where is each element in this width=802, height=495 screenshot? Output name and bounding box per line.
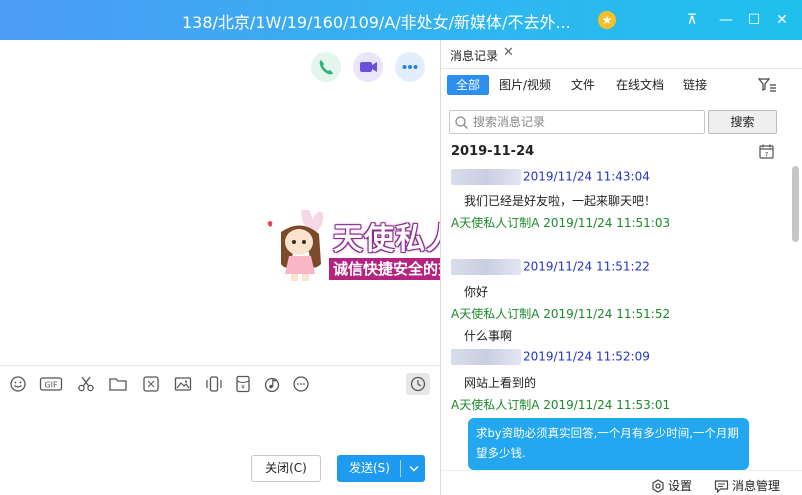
input-divider <box>0 365 440 366</box>
filter-docs[interactable]: 在线文档 <box>616 75 664 95</box>
send-button[interactable]: 发送(S) <box>337 455 425 482</box>
close-chat-button[interactable]: 关闭(C) <box>251 455 321 482</box>
more-options-button[interactable] <box>395 52 425 82</box>
svg-text:GIF: GIF <box>44 381 58 390</box>
search-button[interactable]: 搜索 <box>708 110 777 134</box>
search-icon <box>455 116 468 129</box>
message-time: 2019/11/24 11:51:03 <box>543 216 671 230</box>
chat-area: 天使私人订制 诚信快捷安全的交友平台 GIF ¥ 关闭(C) 发送(S) <box>0 40 518 495</box>
send-button-label: 发送(S) <box>349 461 390 475</box>
blurred-sender-name <box>451 169 521 185</box>
tab-message-history[interactable]: 消息记录 ✕ <box>441 40 521 68</box>
gif-icon[interactable]: GIF <box>39 374 63 394</box>
message-manage-label: 消息管理 <box>732 479 781 493</box>
close-tab-icon[interactable]: ✕ <box>503 45 514 60</box>
svg-text:¥: ¥ <box>241 384 245 391</box>
message-sender: A天使私人订制A <box>451 307 540 321</box>
filter-files[interactable]: 文件 <box>571 75 595 95</box>
message-meta: 2019/11/24 11:52:09 <box>451 349 650 365</box>
sticker-icon[interactable] <box>141 374 161 394</box>
message-bubble: 求by资助必须真实回答,一个月有多少时间,一个月期望多少钱. <box>468 418 749 470</box>
message-time: 2019/11/24 11:53:01 <box>543 398 671 412</box>
blurred-sender-name <box>451 259 521 275</box>
message-meta: A天使私人订制A 2019/11/24 11:51:52 <box>451 305 670 322</box>
cartoon-girl-icon <box>267 210 324 281</box>
send-button-divider <box>400 460 401 477</box>
video-call-button[interactable] <box>353 52 383 82</box>
music-icon[interactable] <box>262 374 282 394</box>
video-camera-icon <box>360 62 377 72</box>
title-bar: 138/北京/1W/19/160/109/A/非处女/新媒体/不去外... ★ … <box>0 0 802 40</box>
star-icon[interactable]: ★ <box>598 11 616 29</box>
settings-button[interactable]: 设置 <box>651 477 692 494</box>
red-packet-icon[interactable]: ¥ <box>233 374 253 394</box>
window-title: 138/北京/1W/19/160/109/A/非处女/新媒体/不去外... <box>182 13 571 32</box>
message-text: 网站上看到的 <box>464 376 537 390</box>
scissors-icon[interactable] <box>76 374 96 394</box>
chevron-down-icon[interactable] <box>405 455 423 482</box>
date-header: 2019-11-24 <box>451 144 535 159</box>
history-footer: 设置 消息管理 <box>441 470 802 495</box>
close-window-button[interactable]: ✕ <box>772 10 792 30</box>
message-time: 2019/11/24 11:51:52 <box>543 307 671 321</box>
message-meta: A天使私人订制A 2019/11/24 11:51:03 <box>451 214 670 231</box>
folder-icon[interactable] <box>108 374 128 394</box>
minimize-button[interactable]: — <box>716 10 736 30</box>
message-text: 我们已经是好友啦，一起来聊天吧！ <box>464 194 657 208</box>
blurred-sender-name <box>451 349 521 365</box>
tab-label: 消息记录 <box>450 49 499 63</box>
emoji-icon[interactable] <box>8 374 28 394</box>
history-clock-button[interactable] <box>406 373 430 395</box>
message-meta: 2019/11/24 11:43:04 <box>451 169 650 185</box>
more-tools-icon[interactable] <box>291 374 311 394</box>
filter-icon[interactable] <box>757 76 777 94</box>
svg-text:7: 7 <box>765 151 769 158</box>
message-meta: A天使私人订制A 2019/11/24 11:53:01 <box>451 396 670 413</box>
pin-icon[interactable]: ⊼ <box>682 10 702 30</box>
image-icon[interactable] <box>173 374 193 394</box>
filter-media[interactable]: 图片/视频 <box>499 75 551 95</box>
message-sender: A天使私人订制A <box>451 216 540 230</box>
message-text: 什么事啊 <box>464 329 513 343</box>
voice-call-button[interactable] <box>311 52 341 82</box>
message-manage-icon <box>714 480 729 494</box>
message-time: 2019/11/24 11:43:04 <box>523 169 650 184</box>
message-text: 你好 <box>464 285 489 299</box>
settings-label: 设置 <box>668 479 693 493</box>
filter-all[interactable]: 全部 <box>447 75 489 95</box>
calendar-icon[interactable]: 7 <box>758 143 775 160</box>
filter-links[interactable]: 链接 <box>683 75 707 95</box>
settings-icon <box>652 479 664 493</box>
message-history-panel: 消息记录 ✕ 全部 图片/视频 文件 在线文档 链接 搜索 2019-11-24… <box>440 40 802 495</box>
maximize-button[interactable]: ☐ <box>744 10 764 30</box>
tab-divider <box>441 68 802 69</box>
scrollbar-thumb[interactable] <box>792 166 799 242</box>
shake-icon[interactable] <box>204 374 224 394</box>
message-time: 2019/11/24 11:52:09 <box>523 349 650 364</box>
phone-icon <box>319 60 333 75</box>
message-meta: 2019/11/24 11:51:22 <box>451 259 650 275</box>
search-box <box>449 110 705 134</box>
clock-icon <box>410 376 426 392</box>
message-sender: A天使私人订制A <box>451 398 540 412</box>
more-icon <box>402 65 418 69</box>
search-input[interactable] <box>473 113 698 131</box>
message-manage-button[interactable]: 消息管理 <box>714 477 780 494</box>
message-time: 2019/11/24 11:51:22 <box>523 259 650 274</box>
